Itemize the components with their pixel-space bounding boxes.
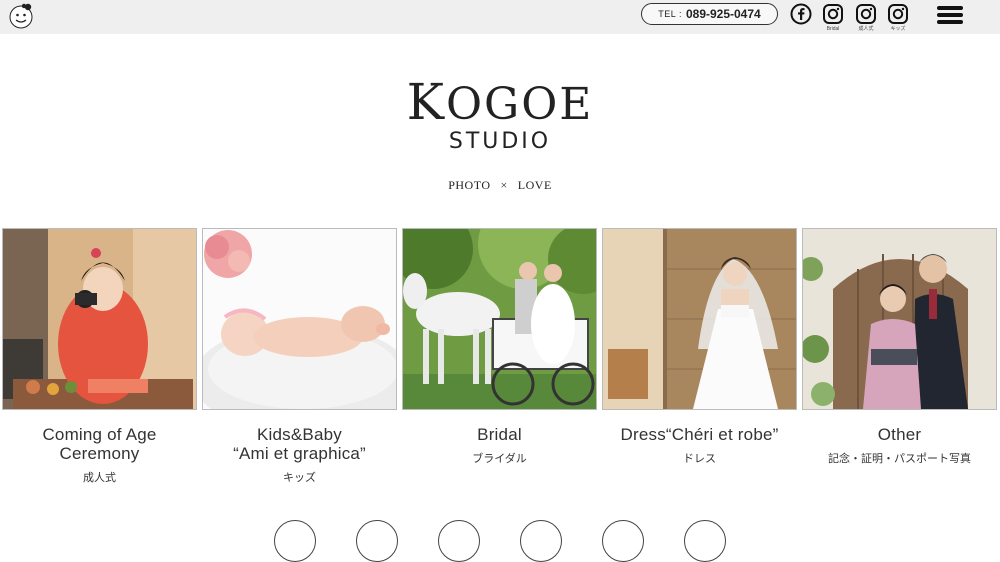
coming-of-age-photo (2, 228, 197, 410)
mail-icon[interactable] (602, 520, 644, 562)
card-coming-of-age[interactable]: Coming of Age Ceremony 成人式 (2, 228, 197, 485)
phone-number-button[interactable]: TEL : 089-925-0474 (641, 3, 778, 25)
tagline: PHOTO × LOVE (0, 178, 1000, 193)
instagram-seijinshiki-link[interactable]: 成人式 (854, 3, 878, 32)
dress-photo (602, 228, 797, 410)
card-subtitle: ドレス (683, 453, 716, 465)
instagram-caption: キッズ (890, 26, 906, 32)
bridal-photo (402, 228, 597, 410)
instagram-caption: Bridal (826, 26, 840, 32)
facebook-link[interactable] (789, 3, 813, 25)
tagline-left: PHOTO (448, 178, 491, 192)
card-title: Other (877, 425, 922, 444)
hamburger-menu-icon[interactable] (936, 3, 964, 29)
instagram-icon (823, 4, 843, 24)
facebook-icon (790, 3, 812, 25)
instagram-bridal-link[interactable]: Bridal (821, 3, 845, 32)
card-title: Bridal (477, 425, 522, 444)
tel-label: TEL : (658, 9, 682, 19)
other-photo (802, 228, 997, 410)
instagram-kids-link[interactable]: キッズ (886, 3, 910, 32)
instagram-icon (856, 4, 876, 24)
card-subtitle: 記念・証明・パスポート写真 (828, 453, 971, 465)
card-dress[interactable]: Dress“Chéri et robe” ドレス (602, 228, 797, 466)
card-kids-baby[interactable]: Kids&Baby “Ami et graphica” キッズ (202, 228, 397, 485)
brand-logo[interactable]: KOGOE STUDIO (0, 73, 1000, 154)
card-bridal[interactable]: Bridal ブライダル (402, 228, 597, 466)
instagram-icon (888, 4, 908, 24)
top-bar: TEL : 089-925-0474 Bridal 成人式 キッズ (0, 0, 1000, 34)
card-subtitle: 成人式 (83, 472, 116, 484)
phone-icon[interactable] (520, 520, 562, 562)
tel-number: 089-925-0474 (685, 7, 761, 21)
instagram-caption: 成人式 (858, 26, 874, 32)
tagline-separator: × (500, 178, 508, 192)
tagline-right: LOVE (517, 178, 552, 192)
category-cards: Coming of Age Ceremony 成人式 Kids&Baby “Am… (2, 228, 998, 498)
photo-frame-icon[interactable] (438, 520, 480, 562)
brand-name: KOGOE (406, 73, 594, 131)
brand-subtitle: STUDIO (448, 129, 552, 154)
card-subtitle: ブライダル (472, 453, 527, 465)
rings-icon[interactable] (356, 520, 398, 562)
card-other[interactable]: Other 記念・証明・パスポート写真 (802, 228, 997, 466)
card-title: Dress“Chéri et robe” (620, 425, 779, 444)
kids-baby-photo (202, 228, 397, 410)
card-title: Coming of Age Ceremony (42, 425, 157, 463)
card-subtitle: キッズ (283, 472, 316, 484)
document-icon[interactable] (684, 520, 726, 562)
studio-logo-icon[interactable] (7, 2, 35, 30)
camera-icon[interactable] (274, 520, 316, 562)
bottom-icon-row (0, 520, 1000, 562)
card-title: Kids&Baby “Ami et graphica” (233, 425, 366, 463)
